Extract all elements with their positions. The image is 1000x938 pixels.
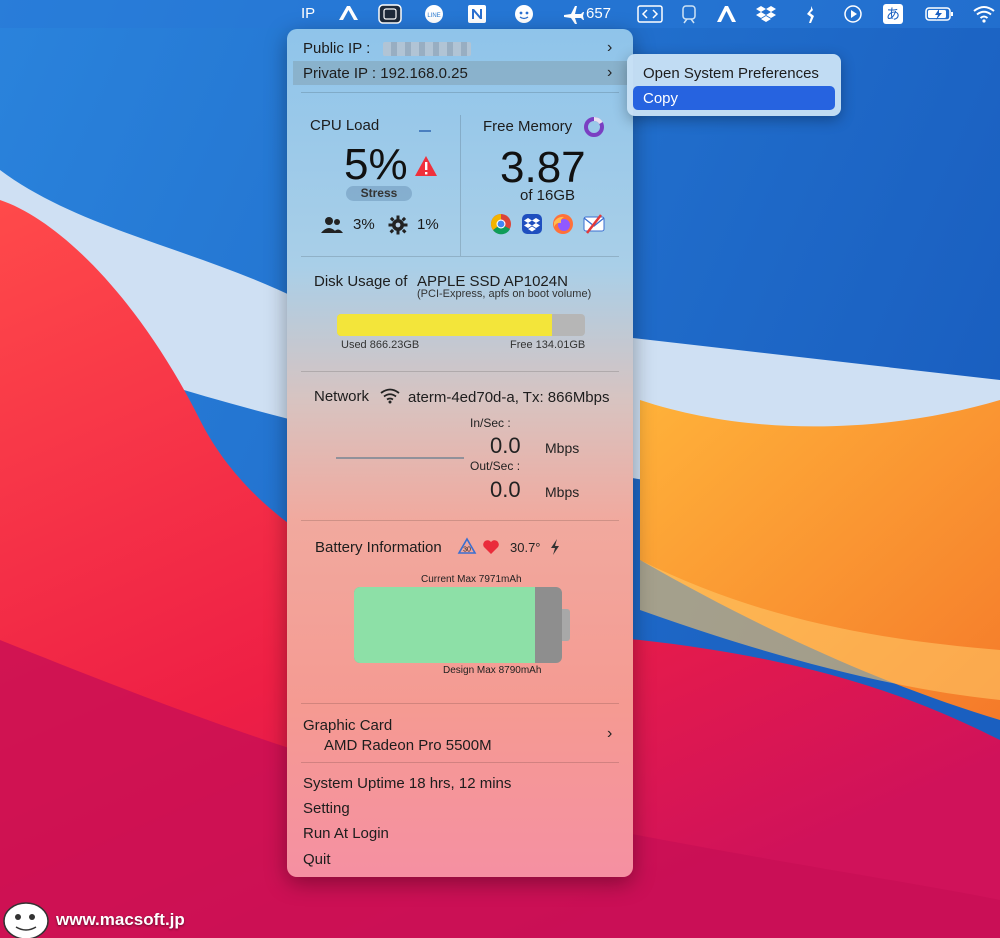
disk-usage-bar	[337, 314, 585, 336]
cpu-percent: 5%	[344, 140, 408, 189]
private-ip-context-menu: Open System Preferences Copy	[627, 54, 841, 116]
watermark-text: www.macsoft.jp	[56, 910, 185, 929]
free-memory-value: 3.87	[500, 143, 586, 192]
figure-icon[interactable]	[802, 4, 820, 24]
dropbox-icon[interactable]	[755, 4, 777, 24]
disk-usage-fill	[337, 314, 552, 336]
disk-used-label: Used 866.23GB	[341, 339, 420, 351]
play-icon[interactable]	[843, 4, 863, 24]
battery-terminal	[562, 609, 570, 641]
ip-menu-item[interactable]: IP	[301, 4, 315, 24]
user-icon	[320, 216, 344, 239]
disk-detail: (PCI-Express, apfs on boot volume)	[417, 288, 592, 300]
graphic-card-name[interactable]: AMD Radeon Pro 5500M	[324, 737, 492, 754]
setting-menu-item[interactable]: Setting	[303, 800, 350, 817]
memory-total: of 16GB	[520, 187, 576, 204]
stress-badge[interactable]: Stress	[346, 186, 412, 201]
app-a-icon[interactable]	[337, 4, 359, 24]
battery-title: Battery Information	[315, 539, 442, 556]
input-method-icon[interactable]: あ	[883, 4, 903, 24]
wifi-icon[interactable]	[973, 4, 995, 24]
run-at-login-menu-item[interactable]: Run At Login	[303, 825, 389, 842]
separator	[301, 256, 619, 257]
battery-charge-fill	[354, 587, 536, 663]
notion-icon[interactable]	[467, 4, 487, 24]
disk-usage-title: Disk Usage of	[314, 273, 408, 290]
graphic-card-title[interactable]: Graphic Card	[303, 717, 392, 734]
firefox-icon	[552, 213, 574, 240]
public-ip-label[interactable]: Public IP :	[303, 40, 370, 57]
code-icon[interactable]	[637, 4, 663, 24]
vertical-separator	[460, 115, 461, 256]
network-title: Network	[314, 388, 370, 405]
system-uptime: System Uptime 18 hrs, 12 mins	[303, 775, 512, 792]
battery-design-max: Design Max 8790mAh	[443, 665, 542, 676]
battery-cycle-icon: 30	[457, 537, 477, 562]
cpu-system-percent: 1%	[417, 216, 439, 233]
separator	[301, 371, 619, 372]
line-icon[interactable]: LINE	[423, 4, 445, 24]
network-ssid: aterm-4ed70d-a, Tx: 866Mbps	[408, 389, 610, 406]
battery-temperature: 30.7°	[510, 540, 541, 555]
gear-icon	[388, 215, 408, 240]
public-ip-chevron-icon: ›	[607, 39, 613, 56]
istat-menus-icon[interactable]	[378, 4, 402, 24]
disk-free-label: Free 134.01GB	[510, 339, 586, 351]
charging-bolt-icon	[549, 538, 561, 561]
face-icon[interactable]	[513, 4, 535, 24]
mascot-logo	[3, 902, 49, 938]
cpu-user-percent: 3%	[353, 216, 375, 233]
train-icon[interactable]	[680, 4, 698, 24]
dropbox-app-icon	[521, 213, 543, 240]
separator	[301, 520, 619, 521]
network-out-value: 0.0	[490, 477, 521, 502]
system-monitor-panel: Public IP : › Private IP : 192.168.0.25 …	[287, 29, 633, 877]
quit-menu-item[interactable]: Quit	[303, 851, 331, 868]
battery-cycle-count: 30	[463, 547, 471, 554]
cpu-load-title: CPU Load	[310, 117, 380, 134]
network-in-unit: Mbps	[545, 440, 580, 456]
watermark: www.macsoft.jp	[0, 897, 210, 938]
network-out-unit: Mbps	[545, 484, 580, 500]
flight-icon[interactable]	[562, 4, 584, 24]
network-in-label: In/Sec :	[470, 416, 511, 430]
battery-icon[interactable]	[925, 4, 955, 24]
network-out-label: Out/Sec :	[470, 459, 521, 473]
battery-health-icon	[482, 539, 500, 560]
private-ip-row[interactable]: Private IP : 192.168.0.25	[303, 65, 468, 82]
network-in-value: 0.0	[490, 433, 521, 458]
separator	[301, 703, 619, 704]
cpu-sparkline	[419, 130, 431, 132]
warning-icon	[414, 155, 438, 182]
graphic-card-chevron-icon: ›	[607, 725, 613, 742]
free-memory-title: Free Memory	[483, 118, 573, 135]
app-a2-icon[interactable]	[715, 4, 737, 24]
flight-count[interactable]: 657	[586, 4, 611, 24]
svg-text:LINE: LINE	[427, 13, 440, 19]
public-ip-blurred	[383, 42, 471, 56]
menu-bar: IP LINE 657 あ	[0, 0, 1000, 28]
private-ip-chevron-icon: ›	[607, 64, 613, 81]
open-system-preferences-item[interactable]: Open System Preferences	[643, 65, 819, 82]
separator	[301, 762, 619, 763]
battery-current-max: Current Max 7971mAh	[421, 574, 522, 585]
mail-app-icon	[583, 213, 605, 240]
memory-pie-icon	[584, 116, 604, 142]
chrome-icon	[490, 213, 512, 240]
network-wifi-icon	[380, 388, 400, 409]
battery-graphic	[354, 587, 562, 663]
separator	[301, 92, 619, 93]
copy-item[interactable]: Copy	[643, 90, 678, 107]
network-graph	[336, 457, 464, 459]
